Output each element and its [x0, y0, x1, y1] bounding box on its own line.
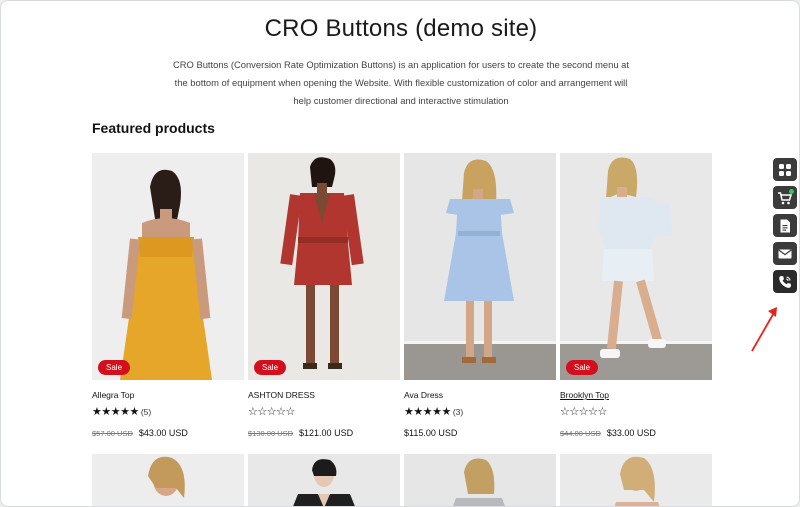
old-price: $130.00 USD: [248, 429, 294, 438]
demo-page: CRO Buttons (demo site) CRO Buttons (Con…: [0, 0, 800, 507]
sale-price: $115.00 USD: [404, 428, 458, 438]
product-image-row2-3[interactable]: [404, 454, 556, 506]
product-rating: ★★★★★ (3): [404, 405, 463, 418]
rating-count: (5): [140, 407, 152, 417]
product-price: $130.00 USD $121.00 USD: [248, 428, 353, 438]
cro-document-button[interactable]: [773, 214, 797, 237]
product-rating: ★★★★★ (5): [92, 405, 151, 418]
sale-price: $43.00 USD: [138, 428, 188, 438]
sale-price: $33.00 USD: [606, 428, 656, 438]
sale-badge: Sale: [254, 360, 287, 375]
cro-button-bar: [773, 158, 799, 298]
product-name[interactable]: Allegra Top: [92, 390, 134, 400]
cart-badge-dot: [789, 189, 794, 194]
old-price: $57.00 USD: [92, 429, 133, 438]
cro-phone-button[interactable]: [773, 270, 797, 293]
cro-cart-button[interactable]: [773, 186, 797, 209]
product-name[interactable]: ASHTON DRESS: [248, 390, 315, 400]
rating-stars: ★★★★★: [404, 406, 451, 418]
product-rating: ☆☆☆☆☆: [560, 405, 609, 418]
page-description: CRO Buttons (Conversion Rate Optimizatio…: [173, 59, 629, 106]
document-icon: [780, 219, 790, 232]
product-rating: ☆☆☆☆☆: [248, 405, 297, 418]
product-image-row2-4[interactable]: [560, 454, 712, 506]
product-image[interactable]: [248, 153, 400, 380]
product-image[interactable]: [404, 153, 556, 380]
sale-badge: Sale: [98, 360, 131, 375]
rating-count: (3): [452, 407, 464, 417]
rating-stars: ☆☆☆☆☆: [560, 406, 607, 418]
mail-icon: [778, 249, 792, 258]
sale-badge: Sale: [566, 360, 599, 375]
featured-products-heading: Featured products: [92, 120, 215, 136]
product-image-row2-1[interactable]: [92, 454, 244, 506]
sale-price: $121.00 USD: [299, 428, 354, 438]
highlight-arrow: [751, 307, 777, 352]
cro-mail-button[interactable]: [773, 242, 797, 265]
product-name[interactable]: Ava Dress: [404, 390, 443, 400]
old-price: $44.00 USD: [560, 429, 601, 438]
product-price: $57.00 USD $43.00 USD: [92, 428, 188, 438]
page-title: CRO Buttons (demo site): [264, 15, 538, 42]
rating-stars: ☆☆☆☆☆: [248, 406, 295, 418]
grid-icon: [779, 163, 791, 176]
product-image[interactable]: [560, 153, 712, 380]
product-image[interactable]: [92, 153, 244, 380]
phone-icon: [779, 275, 791, 288]
product-name[interactable]: Brooklyn Top: [560, 390, 609, 400]
product-image-row2-2[interactable]: [248, 454, 400, 506]
product-price: $44.00 USD $33.00 USD: [560, 428, 656, 438]
rating-stars: ★★★★★: [92, 406, 139, 418]
cro-grid-button[interactable]: [773, 158, 797, 181]
product-price: $115.00 USD: [404, 428, 457, 438]
